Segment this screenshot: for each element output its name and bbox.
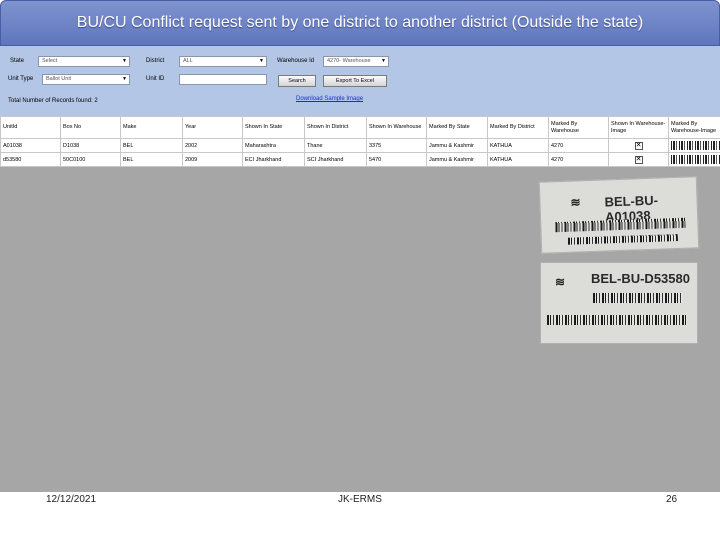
column-header[interactable]: Shown In District [304,116,367,139]
table-cell: 4270 [548,152,609,167]
footer-page-number: 26 [666,494,678,505]
column-header[interactable]: Marked By District [487,116,549,139]
table-row[interactable]: d53580 50C0100 BEL 2009 ECI Jharkhand SC… [0,152,720,167]
column-header[interactable]: Year [182,116,243,139]
column-header[interactable]: Make [120,116,183,139]
column-header[interactable]: Shown In State [242,116,305,139]
logo-icon: ≋ [570,195,581,210]
table-cell: Maharashtra [242,138,305,153]
table-cell [668,152,720,167]
download-sample-image-link[interactable]: Download Sample Image [296,96,363,102]
barcode-image [555,217,686,233]
table-cell: 4270 [548,138,609,153]
slide-title: BU/CU Conflict request sent by one distr… [0,0,720,46]
barcode-photo[interactable]: ≋ BEL-BU-A01038 [538,176,700,254]
table-cell: Jammu & Kashmir [426,138,488,153]
chevron-down-icon: ▼ [381,58,386,64]
column-header[interactable]: UnitId [0,116,61,139]
filter-panel: State Select ▼ District ALL ▼ Warehouse … [0,46,720,116]
table-cell: ✕ [608,152,669,167]
column-header[interactable]: Marked By Warehouse-Image [668,116,720,139]
search-button[interactable]: Search [278,75,316,87]
unit-id-label: Unit ID [146,76,165,82]
table-cell: ECI Jharkhand [242,152,305,167]
barcode-thumbnail[interactable] [671,141,720,150]
table-cell: Jammu & Kashmir [426,152,488,167]
barcode-image [547,315,687,325]
chevron-down-icon: ▼ [122,76,127,82]
table-row[interactable]: A01038 D1038 BEL 2002 Maharashtra Thane … [0,138,720,153]
export-to-excel-button[interactable]: Export To Excel [323,75,387,87]
unit-code-label: BEL-BU-D53580 [591,271,690,286]
table-cell: D1038 [60,138,121,153]
table-cell: ✕ [608,138,669,153]
district-label: District [146,58,165,64]
barcode-image [593,293,683,303]
unit-id-input[interactable] [179,74,267,85]
state-select-value: Select [42,58,58,64]
results-table: UnitId Box No Make Year Shown In State S… [0,116,720,167]
chevron-down-icon: ▼ [122,58,127,64]
image-close-icon[interactable]: ✕ [634,155,643,164]
table-cell: BEL [120,152,183,167]
footer-center-text: JK-ERMS [338,494,382,505]
table-cell: BEL [120,138,183,153]
table-cell: 5470 [366,152,427,167]
barcode-thumbnail[interactable] [671,155,720,164]
column-header[interactable]: Shown In Warehouse-Image [608,116,669,139]
table-cell: 2002 [182,138,243,153]
total-records-label: Total Number of Records found: 2 [8,98,98,104]
column-header[interactable]: Box No [60,116,121,139]
unit-type-select-value: Ballot Unit [46,76,72,82]
barcode-photo[interactable]: ≋ BEL-BU-D53580 [540,262,698,344]
table-cell: KATHUA [487,138,549,153]
table-cell: 2009 [182,152,243,167]
table-cell: KATHUA [487,152,549,167]
logo-icon: ≋ [555,275,566,289]
chevron-down-icon: ▼ [259,58,264,64]
state-label: State [10,58,25,64]
table-cell [668,138,720,153]
footer-date: 12/12/2021 [46,494,97,505]
column-header[interactable]: Marked By State [426,116,488,139]
warehouse-label: Warehouse Id [277,58,315,64]
unit-type-label: Unit Type [8,76,34,82]
column-header[interactable]: Marked By Warehouse [548,116,609,139]
table-cell: A01038 [0,138,61,153]
district-select-value: ALL [183,58,193,64]
district-select[interactable]: ALL ▼ [179,56,267,67]
state-select[interactable]: Select ▼ [38,56,130,67]
unit-type-select[interactable]: Ballot Unit ▼ [42,74,130,85]
barcode-image [567,233,678,245]
image-close-icon[interactable]: ✕ [634,141,643,150]
table-cell: 3375 [366,138,427,153]
warehouse-select[interactable]: 4270- Warehouse ▼ [323,56,389,67]
table-cell: Thane [304,138,367,153]
table-cell: 50C0100 [60,152,121,167]
table-header-row: UnitId Box No Make Year Shown In State S… [0,116,720,139]
warehouse-select-value: 4270- Warehouse [327,58,371,64]
table-cell: d53580 [0,152,61,167]
app-window: State Select ▼ District ALL ▼ Warehouse … [0,46,720,492]
column-header[interactable]: Shown In Warehouse [366,116,427,139]
table-cell: SCI Jharkhand [304,152,367,167]
